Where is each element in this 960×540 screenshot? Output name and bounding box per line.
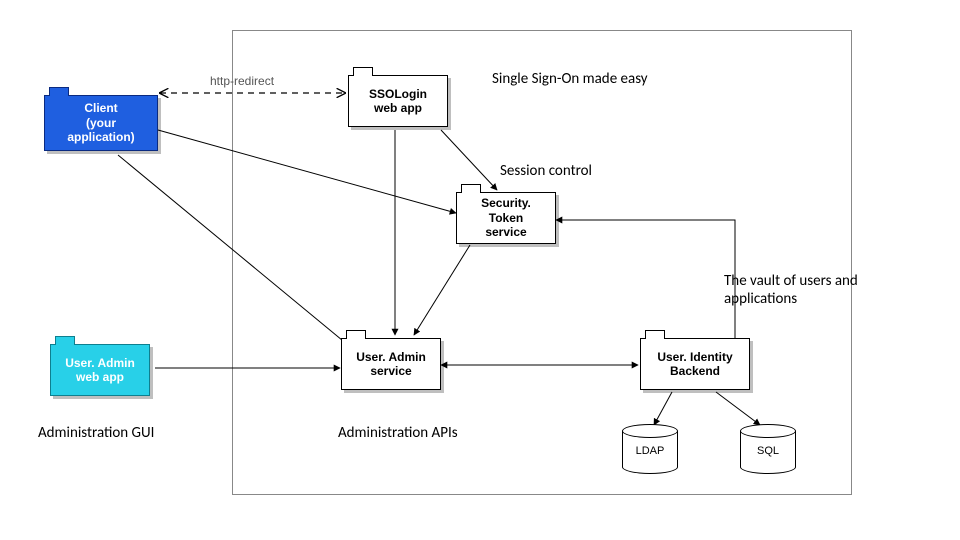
node-security-token: Security. Token service bbox=[456, 192, 556, 244]
folder-tab-icon bbox=[346, 330, 366, 339]
folder-tab-icon bbox=[49, 87, 69, 96]
annotation-sso-easy: Single Sign-On made easy bbox=[492, 70, 648, 88]
node-identity-label2: Backend bbox=[670, 364, 720, 378]
node-sql-db: SQL bbox=[740, 424, 796, 474]
node-ldap-label: LDAP bbox=[622, 445, 678, 457]
annotation-admin-gui: Administration GUI bbox=[38, 424, 154, 442]
node-security-label1: Security. Token bbox=[463, 196, 549, 225]
node-ssologin-label2: web app bbox=[374, 101, 422, 115]
folder-tab-icon bbox=[645, 330, 665, 339]
node-useradminsvc-label2: service bbox=[370, 364, 411, 378]
node-client-label2: (your application) bbox=[51, 116, 151, 145]
node-client-label1: Client bbox=[84, 101, 117, 115]
node-useradminapp-label1: User. Admin bbox=[65, 356, 135, 370]
annotation-session-control: Session control bbox=[500, 162, 592, 180]
node-useradminsvc-label1: User. Admin bbox=[356, 350, 426, 364]
edge-label-http-redirect: http-redirect bbox=[210, 74, 274, 88]
node-useradmin-service: User. Admin service bbox=[341, 338, 441, 390]
node-ssologin-label1: SSOLogin bbox=[369, 87, 427, 101]
folder-tab-icon bbox=[353, 67, 373, 76]
node-security-label2: service bbox=[485, 225, 526, 239]
folder-tab-icon bbox=[55, 336, 75, 345]
folder-tab-icon bbox=[461, 184, 481, 193]
node-identity-backend: User. Identity Backend bbox=[640, 338, 750, 390]
node-useradmin-webapp: User. Admin web app bbox=[50, 344, 150, 396]
node-client: Client (your application) bbox=[44, 95, 158, 151]
node-identity-label1: User. Identity bbox=[657, 350, 732, 364]
node-ssologin: SSOLogin web app bbox=[348, 75, 448, 127]
node-ldap-db: LDAP bbox=[622, 424, 678, 474]
annotation-admin-apis: Administration APIs bbox=[338, 424, 458, 442]
node-sql-label: SQL bbox=[740, 445, 796, 457]
annotation-vault: The vault of users and applications bbox=[724, 272, 894, 308]
node-useradminapp-label2: web app bbox=[76, 370, 124, 384]
